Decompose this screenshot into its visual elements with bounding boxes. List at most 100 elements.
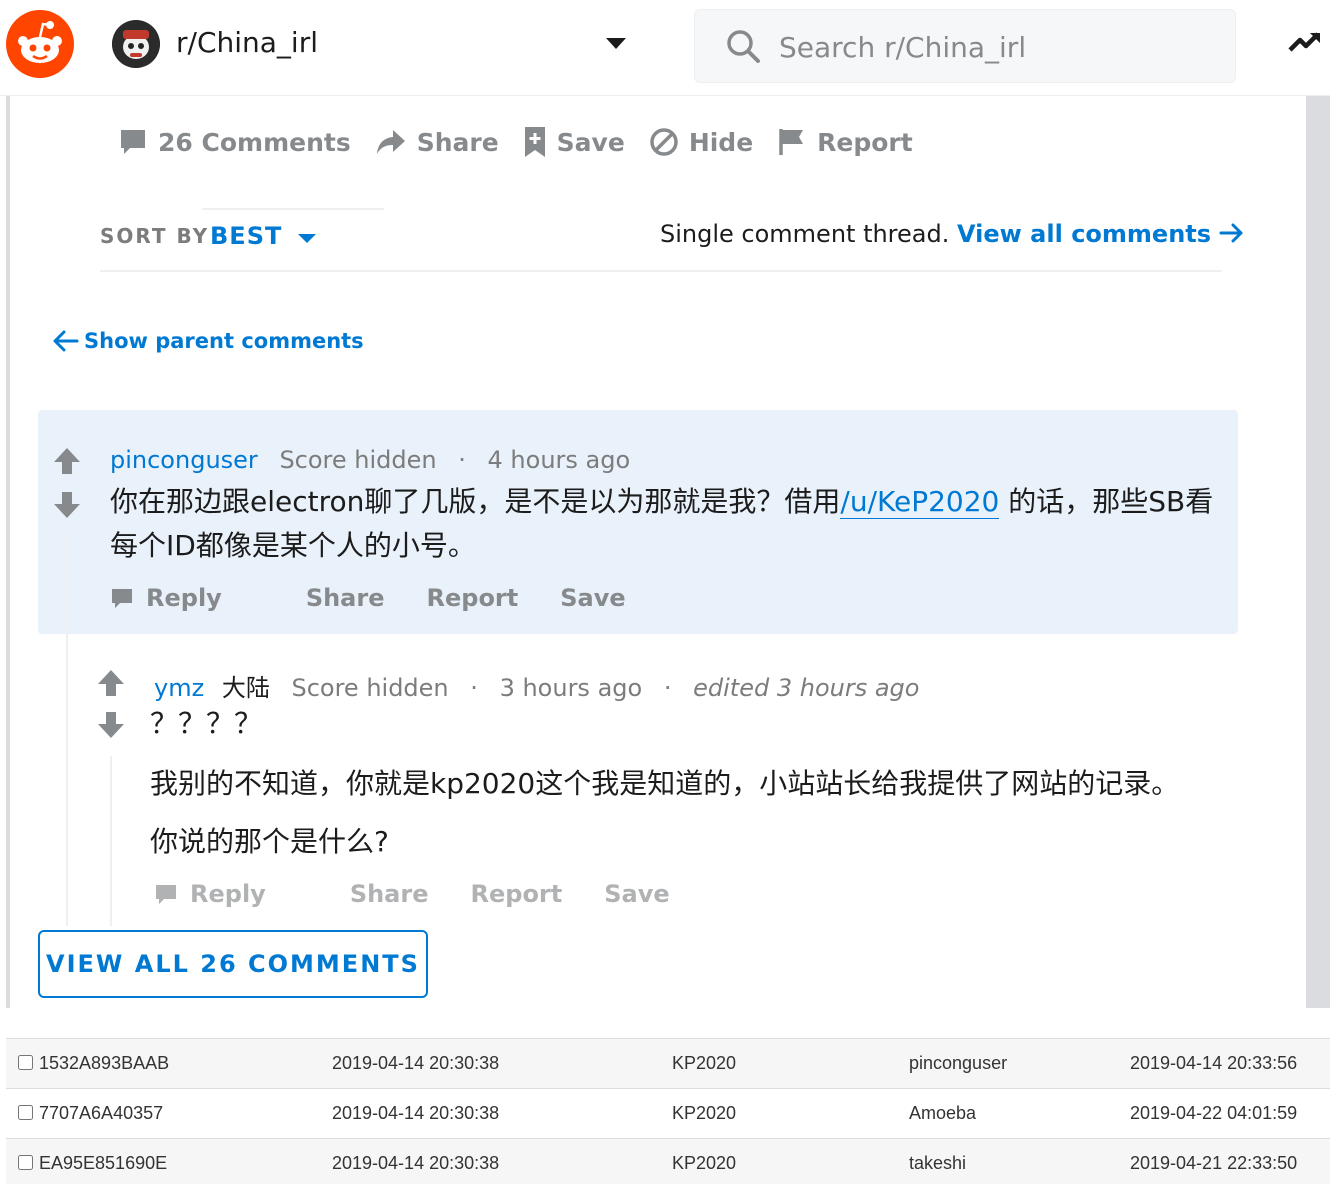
upvote-arrow-icon[interactable] xyxy=(52,446,82,476)
cell-value: 2019-04-14 20:30:38 xyxy=(332,1103,500,1123)
cell-value: pinconguser xyxy=(909,1053,1008,1073)
table-row[interactable]: 1532A893BAAB 2019-04-14 20:30:38 KP2020 pin… xyxy=(6,1038,1330,1089)
reply-button[interactable]: Reply xyxy=(110,584,264,612)
edited-time: edited 3 hours ago xyxy=(693,674,920,702)
table-cell: KP2020 xyxy=(672,1089,909,1139)
meta-separator: · xyxy=(458,446,466,474)
table-cell: 2019-04-14 20:30:38 xyxy=(332,1039,672,1089)
comment-meta: ymz 大陆 Score hidden · 3 hours ago · edit… xyxy=(154,668,919,703)
report-label: Report xyxy=(817,127,913,157)
reddit-logo-icon[interactable] xyxy=(6,10,74,78)
table-cell: pinconguser xyxy=(909,1039,1130,1089)
cell-value: KP2020 xyxy=(672,1153,737,1174)
hide-button[interactable]: Hide xyxy=(649,127,753,157)
comments-label: 26 Comments xyxy=(158,127,351,157)
comment-author[interactable]: pinconguser xyxy=(110,446,258,474)
save-label: Save xyxy=(556,127,625,157)
hide-icon xyxy=(650,128,678,156)
comment-text: 你在那边跟electron聊了几版，是不是以为那就是我？借用 xyxy=(110,485,841,518)
table-cell: KP2020 xyxy=(672,1039,909,1089)
row-checkbox[interactable] xyxy=(18,1155,33,1171)
sort-dropdown[interactable]: BEST xyxy=(202,208,384,272)
comment-author[interactable]: ymz xyxy=(154,674,204,702)
post-actions-bar: 26 Comments Share Save Hide Report xyxy=(118,122,937,162)
cell-value: KP2020 xyxy=(672,1103,737,1123)
save-button[interactable]: Save xyxy=(560,584,625,612)
comment-body: ？？？？ 我别的不知道，你就是kp2020这个我是知道的，小站站长给我提供了网站… xyxy=(150,702,1230,864)
save-button[interactable]: Save xyxy=(523,126,625,158)
records-table: 1532A893BAAB 2019-04-14 20:30:38 KP2020 pin… xyxy=(6,1038,1330,1184)
share-button[interactable]: Share xyxy=(350,880,429,908)
share-label: Share xyxy=(416,127,499,157)
downvote-arrow-icon[interactable] xyxy=(52,490,82,520)
row-checkbox[interactable] xyxy=(18,1105,33,1120)
share-button[interactable]: Share xyxy=(375,128,499,157)
comment-icon xyxy=(112,589,132,608)
records-body: 1532A893BAAB 2019-04-14 20:30:38 KP2020 pin… xyxy=(6,1038,1330,1184)
scrollbar-track[interactable] xyxy=(1306,96,1330,1008)
view-all-comments-button[interactable]: VIEW ALL 26 COMMENTS xyxy=(38,930,428,998)
arrow-left-icon xyxy=(53,330,79,352)
table-cell: takeshi xyxy=(909,1139,1130,1184)
comment-time[interactable]: 4 hours ago xyxy=(488,446,631,474)
report-button[interactable]: Report xyxy=(427,584,519,612)
search-input[interactable] xyxy=(779,28,1209,66)
comment-actions: Reply Share Report Save xyxy=(154,880,712,908)
sort-value: BEST xyxy=(210,222,283,250)
table-row[interactable]: EA95E851690E 2019-04-14 20:30:38 KP2020 tak… xyxy=(6,1138,1330,1184)
comment-actions: Reply Share Report Save xyxy=(110,584,668,612)
thread-line[interactable] xyxy=(110,756,112,926)
share-button[interactable]: Share xyxy=(306,584,385,612)
report-button[interactable]: Report xyxy=(777,127,913,157)
sort-bar: SORT BY BEST Single comment thread. View… xyxy=(100,208,1243,272)
comment-line: ？？？？ xyxy=(150,707,263,740)
report-button[interactable]: Report xyxy=(471,880,563,908)
comment-time[interactable]: 3 hours ago xyxy=(500,674,643,702)
comment-meta: pinconguser Score hidden · 4 hours ago xyxy=(110,446,630,474)
top-bar: r/China_irl xyxy=(0,0,1330,96)
table-cell: EA95E851690E xyxy=(6,1139,332,1184)
reply-button[interactable]: Reply xyxy=(154,880,308,908)
flag-icon xyxy=(779,129,804,155)
bookmark-plus-icon xyxy=(524,127,545,157)
table-cell: 2019-04-22 04:01:59 xyxy=(1130,1089,1330,1139)
downvote-arrow-icon[interactable] xyxy=(96,710,126,740)
cell-value: 2019-04-14 20:30:38 xyxy=(332,1153,500,1174)
user-mention-link[interactable]: /u/KeP2020 xyxy=(840,485,1000,519)
comment-vote-controls xyxy=(96,668,126,740)
save-button[interactable]: Save xyxy=(604,880,669,908)
table-row[interactable]: 7707A6A40357 2019-04-14 20:30:38 KP2020 Amo… xyxy=(6,1088,1330,1139)
comment-score: Score hidden xyxy=(279,446,437,474)
chevron-down-icon[interactable] xyxy=(606,38,626,49)
hide-label: Hide xyxy=(688,127,754,157)
trending-icon[interactable] xyxy=(1288,30,1324,54)
subreddit-name[interactable]: r/China_irl xyxy=(176,26,318,59)
search-box[interactable] xyxy=(694,9,1236,83)
cell-value: EA95E851690E xyxy=(39,1153,168,1174)
share-arrow-icon xyxy=(376,130,405,154)
table-cell: KP2020 xyxy=(672,1139,909,1184)
sort-by-label: SORT BY xyxy=(100,224,210,248)
cell-value: Amoeba xyxy=(909,1103,977,1123)
comment-score: Score hidden xyxy=(291,674,449,702)
thread-note: Single comment thread. View all comments xyxy=(660,220,1245,248)
cell-value: 2019-04-14 20:30:38 xyxy=(332,1053,500,1073)
cell-value: 7707A6A40357 xyxy=(39,1103,164,1123)
thread-note-text: Single comment thread. xyxy=(660,220,950,248)
show-parent-comments-link[interactable]: Show parent comments xyxy=(52,328,364,354)
cell-value: 2019-04-22 04:01:59 xyxy=(1130,1103,1298,1123)
thread-line[interactable] xyxy=(66,536,68,926)
comment-icon xyxy=(156,885,176,904)
comments-button[interactable]: 26 Comments xyxy=(118,127,351,157)
table-cell: 1532A893BAAB xyxy=(6,1039,332,1089)
cell-value: KP2020 xyxy=(672,1053,737,1073)
subreddit-avatar[interactable] xyxy=(112,20,160,68)
show-parent-label: Show parent comments xyxy=(84,329,364,353)
reply-label: Reply xyxy=(190,880,266,908)
view-all-comments-link[interactable]: View all comments xyxy=(957,220,1245,248)
comment-body: 你在那边跟electron聊了几版，是不是以为那就是我？借用/u/KeP2020… xyxy=(110,480,1222,568)
table-cell: 2019-04-14 20:30:38 xyxy=(332,1139,672,1184)
row-checkbox[interactable] xyxy=(18,1055,33,1070)
upvote-arrow-icon[interactable] xyxy=(96,668,126,698)
table-cell: 2019-04-21 22:33:50 xyxy=(1130,1139,1330,1184)
